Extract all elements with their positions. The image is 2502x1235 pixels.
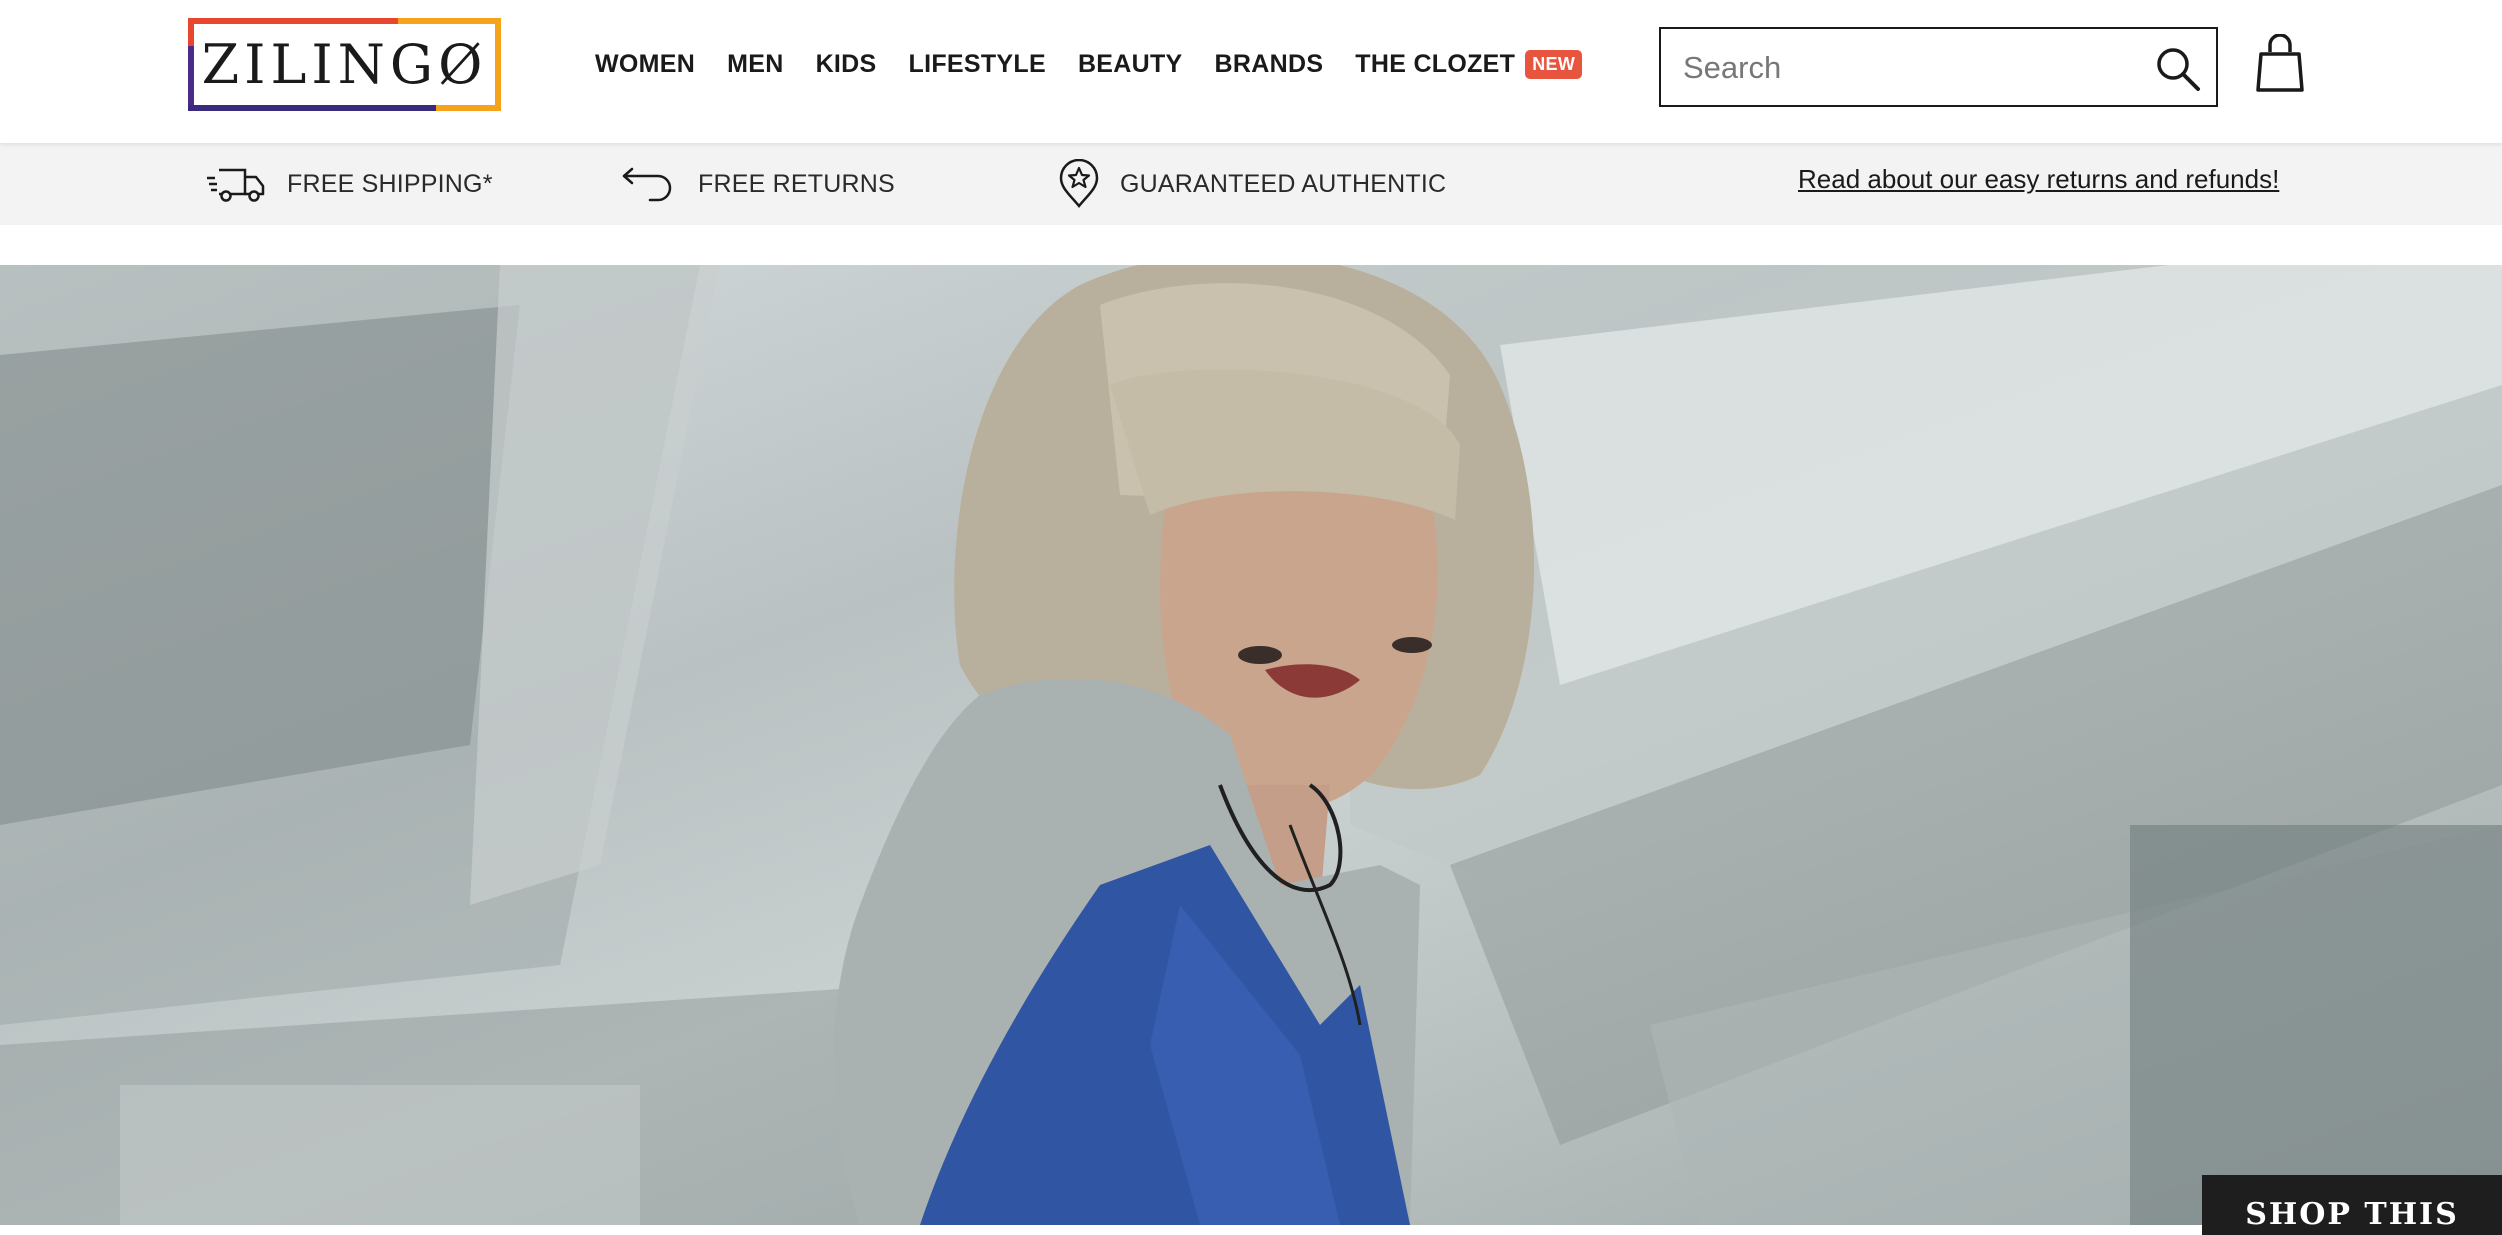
benefit-free-returns: FREE RETURNS [620,143,895,225]
nav-item-kids[interactable]: KIDS [816,50,877,79]
search-input[interactable] [1681,47,2125,89]
nav-item-lifestyle[interactable]: LIFESTYLE [909,50,1046,79]
benefit-label: FREE SHIPPING* [287,169,493,198]
site-header: ZILINGØ WOMEN MEN KIDS LIFESTYLE BEAUTY … [0,0,2502,143]
main-navigation: WOMEN MEN KIDS LIFESTYLE BEAUTY BRANDS T… [595,44,1614,84]
benefit-guaranteed-authentic: GUARANTEED AUTHENTIC [1058,143,1446,225]
benefit-free-shipping: FREE SHIPPING* [205,143,493,225]
delivery-truck-icon [207,168,265,202]
shop-this-button[interactable]: SHOP THIS [2202,1175,2502,1235]
search-box [1659,27,2218,107]
nav-item-women[interactable]: WOMEN [595,50,695,79]
nav-item-the-clozet-label: THE CLOZET [1355,49,1516,78]
nav-item-men[interactable]: MEN [727,50,783,79]
hero-banner[interactable] [0,265,2502,1225]
nav-item-brands[interactable]: BRANDS [1215,50,1324,79]
shopping-bag-icon[interactable] [2252,34,2308,94]
star-badge-icon [1059,159,1099,208]
nav-item-beauty[interactable]: BEAUTY [1078,50,1183,79]
benefit-label: FREE RETURNS [698,169,895,198]
benefits-strip: FREE SHIPPING* FREE RETURNS GUARANTEED A… [0,143,2502,225]
nav-item-the-clozet[interactable]: THE CLOZET NEW [1355,49,1583,79]
new-badge: NEW [1525,49,1583,79]
search-icon[interactable] [2152,43,2202,93]
benefit-label: GUARANTEED AUTHENTIC [1120,169,1447,198]
logo-wordmark: ZILINGØ [201,33,488,96]
return-arrow-icon [622,167,672,202]
zilingo-logo[interactable]: ZILINGØ [188,18,501,111]
returns-refunds-link[interactable]: Read about our easy returns and refunds! [1798,164,2279,195]
hero-image [0,265,2502,1225]
